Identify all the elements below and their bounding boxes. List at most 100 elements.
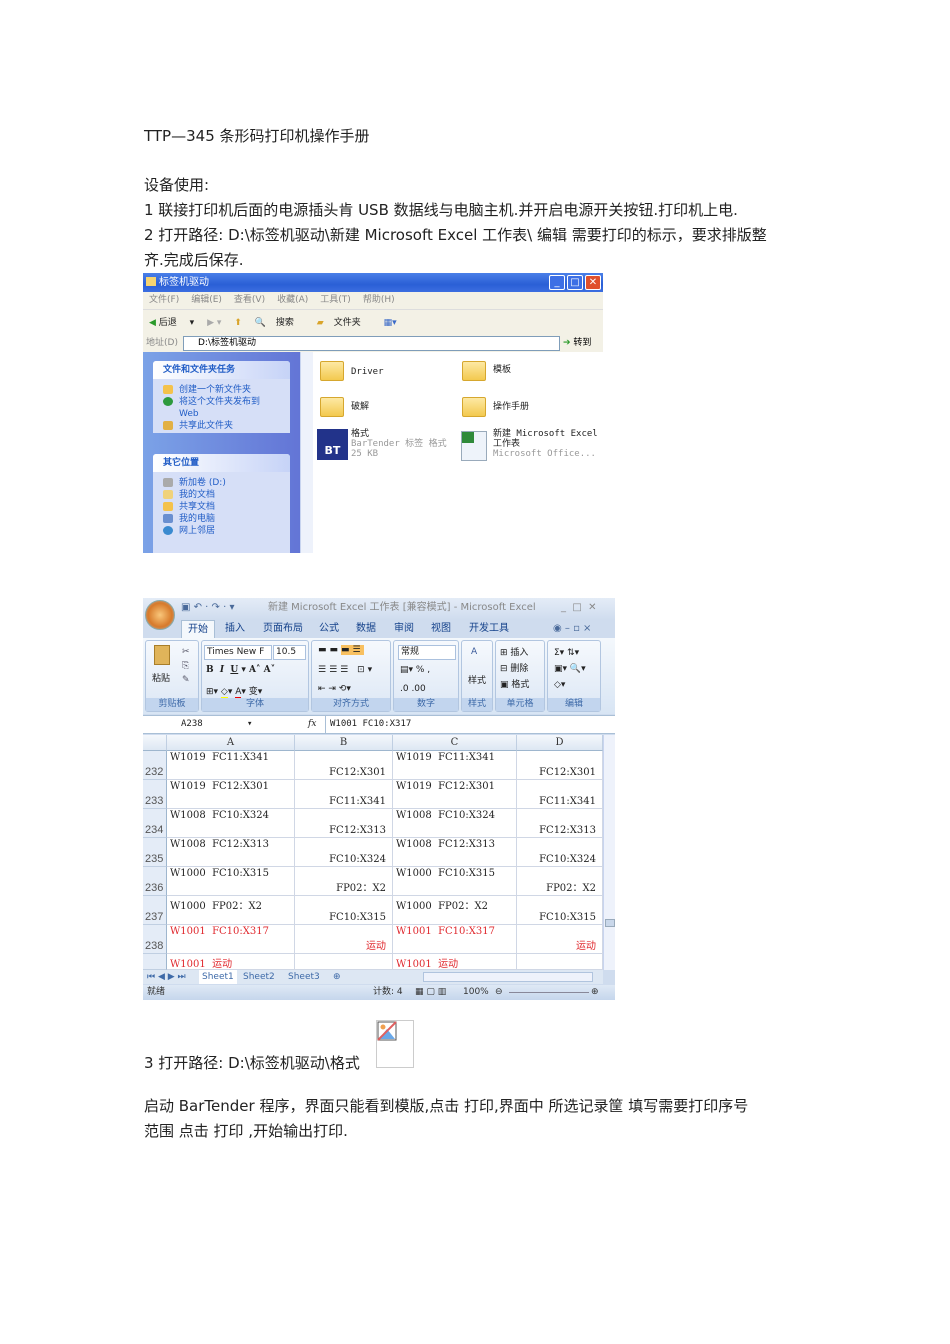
indent-buttons[interactable]: ⇤ ⇥ ⟲▾	[318, 684, 351, 694]
column-header-a[interactable]: A	[167, 735, 295, 751]
task-pane-scrollbar[interactable]	[300, 352, 313, 553]
tab-data[interactable]: 数据	[356, 620, 376, 638]
cell-b[interactable]: 运动	[295, 925, 393, 954]
row-header[interactable]: 232	[143, 751, 167, 780]
zoom-in-button[interactable]: ⊕	[591, 985, 599, 1000]
cell-b[interactable]: FP02：X2	[295, 867, 393, 896]
border-fill-color-buttons[interactable]: ⊞▾ ◇▾ A▾ 变▾	[206, 684, 262, 700]
formula-input[interactable]: W1001 FC10:X317	[325, 716, 595, 733]
cell-c[interactable]: W1019 FC11:X341	[393, 751, 517, 780]
cell-d[interactable]: FC12:X313	[517, 809, 603, 838]
cell-d[interactable]: FC12:X301	[517, 751, 603, 780]
place-my-documents[interactable]: 我的文档	[153, 489, 290, 501]
help-icon[interactable]: ◉ – ▫ ×	[553, 620, 591, 638]
row-header[interactable]: 236	[143, 867, 167, 896]
name-box[interactable]: A238	[145, 716, 257, 733]
tasks-title[interactable]: 文件和文件夹任务	[153, 361, 290, 379]
place-drive-d[interactable]: 新加卷 (D:)	[153, 477, 290, 489]
name-box-dropdown-icon[interactable]: ▾	[247, 716, 252, 733]
column-header-c[interactable]: C	[393, 735, 517, 751]
select-all-corner[interactable]	[143, 735, 167, 751]
folders-button[interactable]: ▰ 文件夹	[317, 318, 371, 328]
clipboard-tools[interactable]: ✂ ⎘ ✎	[182, 645, 190, 687]
cell-d[interactable]: FC10:X315	[517, 896, 603, 925]
task-new-folder[interactable]: 创建一个新文件夹	[153, 384, 290, 396]
row-header[interactable]: 237	[143, 896, 167, 925]
row-header[interactable]: 235	[143, 838, 167, 867]
go-button[interactable]: ➔ 转到	[563, 335, 591, 352]
file-format[interactable]: 格式 BarTender 标签 格式 25 KB	[351, 429, 447, 459]
paste-button[interactable]: 粘贴	[152, 671, 170, 684]
file-driver[interactable]: Driver	[351, 367, 384, 377]
column-header-d[interactable]: D	[517, 735, 603, 751]
font-size-select[interactable]: 10.5	[273, 645, 306, 660]
insert-cells-button[interactable]: ⊞ 插入	[500, 645, 528, 658]
menu-help[interactable]: 帮助(H)	[363, 295, 395, 305]
sheet-nav-buttons[interactable]: ⏮ ◀ ▶ ⏭	[147, 970, 186, 984]
address-input[interactable]: D:\标签机驱动	[183, 336, 560, 351]
cell-b[interactable]: FC10:X324	[295, 838, 393, 867]
tab-insert[interactable]: 插入	[225, 620, 245, 638]
sheet-tab-3[interactable]: Sheet3	[288, 970, 320, 984]
menu-favorites[interactable]: 收藏(A)	[277, 295, 308, 305]
cell-a[interactable]: W1008 FC12:X313	[167, 838, 295, 867]
column-header-b[interactable]: B	[295, 735, 393, 751]
cell-b[interactable]: FC11:X341	[295, 780, 393, 809]
close-button[interactable]: ✕	[585, 275, 601, 290]
menu-file[interactable]: 文件(F)	[149, 295, 179, 305]
tab-review[interactable]: 审阅	[394, 620, 414, 638]
menu-view[interactable]: 查看(V)	[234, 295, 265, 305]
file-excel[interactable]: 新建 Microsoft Excel 工作表 Microsoft Office..…	[493, 429, 603, 459]
cell-d[interactable]: FC10:X324	[517, 838, 603, 867]
cell-a[interactable]: W1001 运动	[167, 954, 295, 970]
cell-d[interactable]: FP02：X2	[517, 867, 603, 896]
row-header[interactable]	[143, 954, 167, 970]
task-publish-web[interactable]: 将这个文件夹发布到 Web	[153, 396, 273, 420]
cell-c[interactable]: W1000 FP02：X2	[393, 896, 517, 925]
maximize-button[interactable]: □	[567, 275, 583, 290]
window-controls[interactable]: _ □ ✕	[561, 598, 597, 618]
vertical-scrollbar[interactable]	[603, 735, 615, 970]
sheet-tab-2[interactable]: Sheet2	[243, 970, 275, 984]
tab-page-layout[interactable]: 页面布局	[263, 620, 303, 638]
cell-a[interactable]: W1000 FP02：X2	[167, 896, 295, 925]
horizontal-scrollbar[interactable]	[423, 972, 593, 982]
forward-button[interactable]: ▶ ▾	[207, 318, 221, 328]
place-network[interactable]: 网上邻居	[153, 525, 290, 537]
cell-c[interactable]: W1001 FC10:X317	[393, 925, 517, 954]
view-buttons[interactable]: ▦ ▢ ▥	[415, 985, 446, 1000]
cell-a[interactable]: W1001 FC10:X317	[167, 925, 295, 954]
tab-home[interactable]: 开始	[181, 620, 215, 638]
tab-developer[interactable]: 开发工具	[469, 620, 509, 638]
sheet-tab-1[interactable]: Sheet1	[199, 970, 237, 984]
cell-c[interactable]: W1008 FC10:X324	[393, 809, 517, 838]
tab-formulas[interactable]: 公式	[319, 620, 339, 638]
file-templates[interactable]: 模板	[493, 365, 511, 375]
places-title[interactable]: 其它位置	[153, 454, 290, 472]
cell-b[interactable]: FC10:X315	[295, 896, 393, 925]
fx-icon[interactable]: fx	[308, 716, 316, 733]
file-crack[interactable]: 破解	[351, 402, 369, 412]
task-share-folder[interactable]: 共享此文件夹	[153, 420, 290, 432]
cell-d[interactable]: FC11:X341	[517, 780, 603, 809]
horizontal-align-buttons[interactable]: ☰☰☰ ⊡▾	[318, 665, 375, 675]
cell-d[interactable]	[517, 954, 603, 970]
editing-buttons[interactable]: Σ▾ ⇅▾ ▣▾ 🔍▾ ◇▾	[554, 645, 586, 693]
back-button[interactable]: ◀ 后退 ▾	[149, 318, 194, 328]
quick-access-toolbar[interactable]: ▣ ↶ · ↷ · ▾	[181, 598, 234, 618]
decimal-buttons[interactable]: .0 .00	[400, 684, 426, 694]
insert-sheet-icon[interactable]: ⊕	[333, 970, 341, 984]
zoom-level[interactable]: 100%	[463, 985, 489, 1000]
cell-c[interactable]: W1001 运动	[393, 954, 517, 970]
cell-b[interactable]: FC12:X313	[295, 809, 393, 838]
tab-view[interactable]: 视图	[431, 620, 451, 638]
cell-a[interactable]: W1008 FC10:X324	[167, 809, 295, 838]
cell-d[interactable]: 运动	[517, 925, 603, 954]
cell-a[interactable]: W1019 FC11:X341	[167, 751, 295, 780]
number-format-select[interactable]: 常规	[398, 645, 456, 660]
cell-c[interactable]: W1008 FC12:X313	[393, 838, 517, 867]
menu-edit[interactable]: 编辑(E)	[191, 295, 222, 305]
styles-button[interactable]: 样式	[468, 673, 486, 686]
font-name-select[interactable]: Times New F	[204, 645, 272, 660]
up-folder-icon[interactable]: ⬆	[234, 318, 242, 328]
